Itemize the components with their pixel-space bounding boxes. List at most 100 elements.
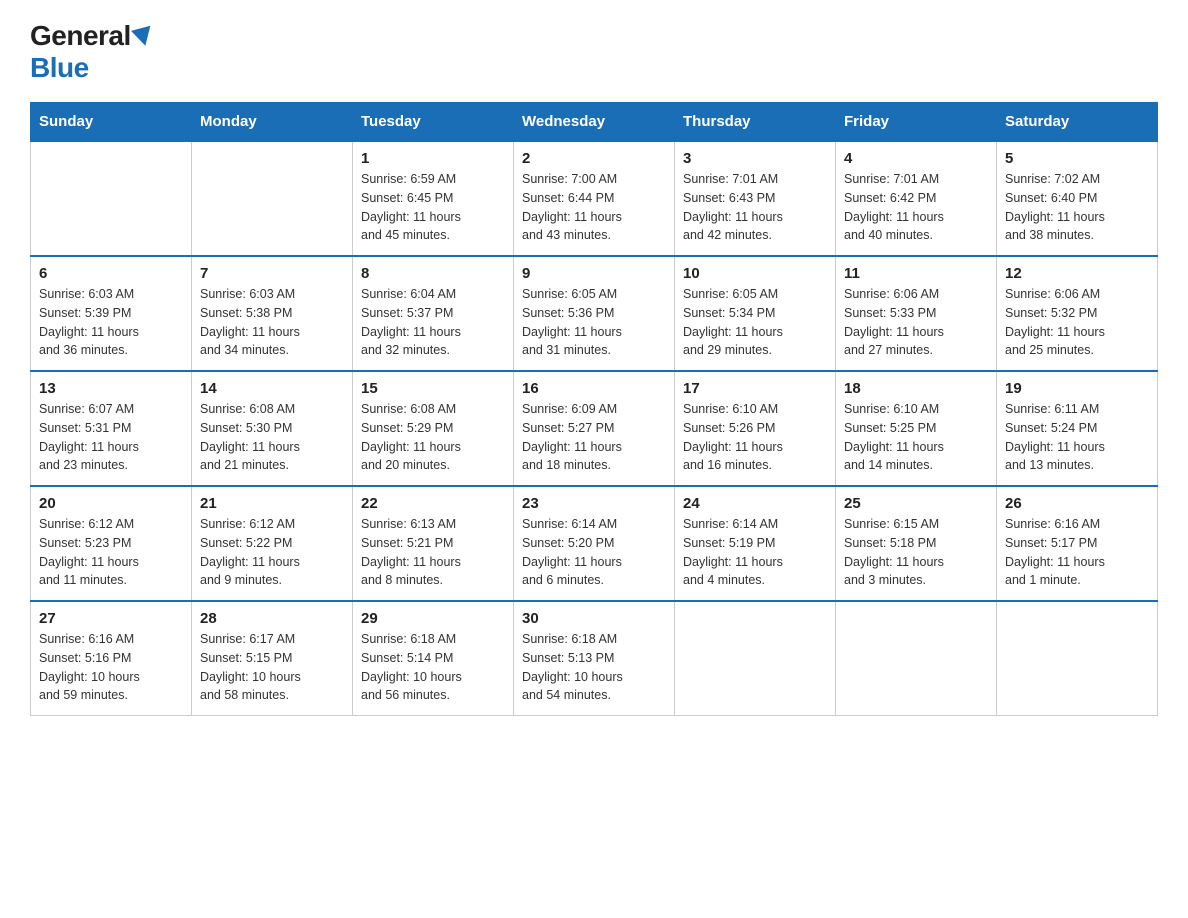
calendar-cell: 22 Sunrise: 6:13 AM Sunset: 5:21 PM Dayli…	[353, 486, 514, 601]
calendar-cell: 26Sunrise: 6:16 AM Sunset: 5:17 PM Dayli…	[997, 486, 1158, 601]
day-info: Sunrise: 6:06 AM Sunset: 5:33 PM Dayligh…	[844, 285, 988, 360]
day-number: 15	[361, 380, 505, 397]
calendar-cell: 11 Sunrise: 6:06 AM Sunset: 5:33 PM Dayli…	[836, 256, 997, 371]
calendar-cell: 6Sunrise: 6:03 AM Sunset: 5:39 PM Daylig…	[31, 256, 192, 371]
calendar-cell: 15 Sunrise: 6:08 AM Sunset: 5:29 PM Dayli…	[353, 371, 514, 486]
day-info: Sunrise: 6:13 AM Sunset: 5:21 PM Dayligh…	[361, 515, 505, 590]
day-number: 21	[200, 495, 344, 512]
day-info: Sunrise: 6:14 AM Sunset: 5:19 PM Dayligh…	[683, 515, 827, 590]
day-number: 20	[39, 495, 183, 512]
day-number: 24	[683, 495, 827, 512]
day-info: Sunrise: 6:14 AM Sunset: 5:20 PM Dayligh…	[522, 515, 666, 590]
day-info: Sunrise: 6:08 AM Sunset: 5:30 PM Dayligh…	[200, 400, 344, 475]
calendar-cell: 25 Sunrise: 6:15 AM Sunset: 5:18 PM Dayli…	[836, 486, 997, 601]
calendar-cell: 3 Sunrise: 7:01 AM Sunset: 6:43 PM Daylig…	[675, 141, 836, 256]
day-number: 5	[1005, 150, 1149, 167]
header: General Blue	[30, 20, 1158, 84]
calendar-week-row: 1 Sunrise: 6:59 AM Sunset: 6:45 PM Daylig…	[31, 141, 1158, 256]
day-number: 13	[39, 380, 183, 397]
day-info: Sunrise: 6:10 AM Sunset: 5:26 PM Dayligh…	[683, 400, 827, 475]
day-number: 11	[844, 265, 988, 282]
calendar-cell: 14 Sunrise: 6:08 AM Sunset: 5:30 PM Dayli…	[192, 371, 353, 486]
day-number: 19	[1005, 380, 1149, 397]
day-number: 16	[522, 380, 666, 397]
calendar-cell: 20 Sunrise: 6:12 AM Sunset: 5:23 PM Dayli…	[31, 486, 192, 601]
weekday-header-wednesday: Wednesday	[514, 103, 675, 142]
day-number: 26	[1005, 495, 1149, 512]
day-number: 14	[200, 380, 344, 397]
calendar-cell: 18 Sunrise: 6:10 AM Sunset: 5:25 PM Dayli…	[836, 371, 997, 486]
weekday-header-sunday: Sunday	[31, 103, 192, 142]
day-number: 4	[844, 150, 988, 167]
calendar-cell: 10 Sunrise: 6:05 AM Sunset: 5:34 PM Dayli…	[675, 256, 836, 371]
calendar-cell: 24 Sunrise: 6:14 AM Sunset: 5:19 PM Dayli…	[675, 486, 836, 601]
calendar-week-row: 6Sunrise: 6:03 AM Sunset: 5:39 PM Daylig…	[31, 256, 1158, 371]
day-info: Sunrise: 6:05 AM Sunset: 5:36 PM Dayligh…	[522, 285, 666, 360]
calendar-cell: 16 Sunrise: 6:09 AM Sunset: 5:27 PM Dayli…	[514, 371, 675, 486]
calendar-week-row: 27 Sunrise: 6:16 AM Sunset: 5:16 PM Dayli…	[31, 601, 1158, 716]
weekday-header-thursday: Thursday	[675, 103, 836, 142]
calendar-cell: 17Sunrise: 6:10 AM Sunset: 5:26 PM Dayli…	[675, 371, 836, 486]
day-info: Sunrise: 6:12 AM Sunset: 5:22 PM Dayligh…	[200, 515, 344, 590]
day-info: Sunrise: 6:10 AM Sunset: 5:25 PM Dayligh…	[844, 400, 988, 475]
calendar-cell: 7Sunrise: 6:03 AM Sunset: 5:38 PM Daylig…	[192, 256, 353, 371]
day-info: Sunrise: 6:06 AM Sunset: 5:32 PM Dayligh…	[1005, 285, 1149, 360]
day-number: 2	[522, 150, 666, 167]
day-info: Sunrise: 6:03 AM Sunset: 5:39 PM Dayligh…	[39, 285, 183, 360]
day-info: Sunrise: 6:16 AM Sunset: 5:16 PM Dayligh…	[39, 630, 183, 705]
day-info: Sunrise: 6:04 AM Sunset: 5:37 PM Dayligh…	[361, 285, 505, 360]
calendar-cell: 29Sunrise: 6:18 AM Sunset: 5:14 PM Dayli…	[353, 601, 514, 716]
logo: General Blue	[30, 20, 153, 84]
day-number: 30	[522, 610, 666, 627]
calendar-cell: 12 Sunrise: 6:06 AM Sunset: 5:32 PM Dayli…	[997, 256, 1158, 371]
logo-blue-text: Blue	[30, 52, 89, 84]
weekday-header-row: SundayMondayTuesdayWednesdayThursdayFrid…	[31, 103, 1158, 142]
calendar-cell: 28 Sunrise: 6:17 AM Sunset: 5:15 PM Dayli…	[192, 601, 353, 716]
calendar-cell	[836, 601, 997, 716]
day-info: Sunrise: 7:01 AM Sunset: 6:43 PM Dayligh…	[683, 170, 827, 245]
day-number: 8	[361, 265, 505, 282]
day-info: Sunrise: 6:59 AM Sunset: 6:45 PM Dayligh…	[361, 170, 505, 245]
calendar-cell: 2 Sunrise: 7:00 AM Sunset: 6:44 PM Daylig…	[514, 141, 675, 256]
day-info: Sunrise: 6:18 AM Sunset: 5:14 PM Dayligh…	[361, 630, 505, 705]
day-info: Sunrise: 6:08 AM Sunset: 5:29 PM Dayligh…	[361, 400, 505, 475]
calendar-cell: 21 Sunrise: 6:12 AM Sunset: 5:22 PM Dayli…	[192, 486, 353, 601]
day-number: 9	[522, 265, 666, 282]
day-number: 25	[844, 495, 988, 512]
calendar-week-row: 20 Sunrise: 6:12 AM Sunset: 5:23 PM Dayli…	[31, 486, 1158, 601]
day-info: Sunrise: 6:09 AM Sunset: 5:27 PM Dayligh…	[522, 400, 666, 475]
day-number: 23	[522, 495, 666, 512]
calendar-cell	[675, 601, 836, 716]
day-number: 1	[361, 150, 505, 167]
weekday-header-friday: Friday	[836, 103, 997, 142]
logo-triangle-icon	[131, 26, 155, 49]
calendar-cell: 5 Sunrise: 7:02 AM Sunset: 6:40 PM Daylig…	[997, 141, 1158, 256]
day-info: Sunrise: 6:07 AM Sunset: 5:31 PM Dayligh…	[39, 400, 183, 475]
day-number: 3	[683, 150, 827, 167]
calendar-cell	[192, 141, 353, 256]
calendar-cell	[997, 601, 1158, 716]
day-number: 22	[361, 495, 505, 512]
day-info: Sunrise: 6:05 AM Sunset: 5:34 PM Dayligh…	[683, 285, 827, 360]
calendar-cell: 23 Sunrise: 6:14 AM Sunset: 5:20 PM Dayli…	[514, 486, 675, 601]
day-number: 28	[200, 610, 344, 627]
calendar-cell: 13 Sunrise: 6:07 AM Sunset: 5:31 PM Dayli…	[31, 371, 192, 486]
calendar-cell: 19Sunrise: 6:11 AM Sunset: 5:24 PM Dayli…	[997, 371, 1158, 486]
calendar-week-row: 13 Sunrise: 6:07 AM Sunset: 5:31 PM Dayli…	[31, 371, 1158, 486]
day-info: Sunrise: 6:12 AM Sunset: 5:23 PM Dayligh…	[39, 515, 183, 590]
day-number: 10	[683, 265, 827, 282]
day-info: Sunrise: 6:17 AM Sunset: 5:15 PM Dayligh…	[200, 630, 344, 705]
day-info: Sunrise: 6:15 AM Sunset: 5:18 PM Dayligh…	[844, 515, 988, 590]
day-info: Sunrise: 7:00 AM Sunset: 6:44 PM Dayligh…	[522, 170, 666, 245]
calendar-cell: 27 Sunrise: 6:16 AM Sunset: 5:16 PM Dayli…	[31, 601, 192, 716]
calendar-cell: 4Sunrise: 7:01 AM Sunset: 6:42 PM Daylig…	[836, 141, 997, 256]
weekday-header-tuesday: Tuesday	[353, 103, 514, 142]
day-number: 18	[844, 380, 988, 397]
weekday-header-monday: Monday	[192, 103, 353, 142]
calendar-cell	[31, 141, 192, 256]
day-number: 12	[1005, 265, 1149, 282]
day-number: 27	[39, 610, 183, 627]
calendar-cell: 1 Sunrise: 6:59 AM Sunset: 6:45 PM Daylig…	[353, 141, 514, 256]
calendar-table: SundayMondayTuesdayWednesdayThursdayFrid…	[30, 102, 1158, 716]
day-info: Sunrise: 7:02 AM Sunset: 6:40 PM Dayligh…	[1005, 170, 1149, 245]
